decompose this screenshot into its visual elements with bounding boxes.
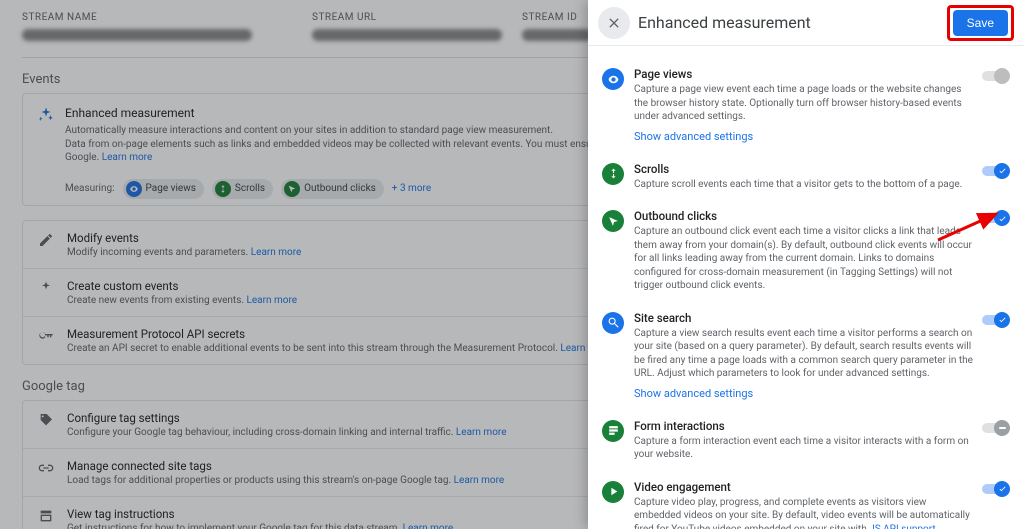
search-icon <box>602 312 624 334</box>
setting-desc: Capture a view search results event each… <box>634 327 974 381</box>
toggle-page-views <box>980 68 1010 84</box>
setting-video-engagement: Video engagement Capture video play, pro… <box>602 471 1010 529</box>
setting-scrolls: Scrolls Capture scroll events each time … <box>602 153 1010 201</box>
toggle-form-interactions[interactable] <box>980 420 1010 436</box>
save-highlight-box: Save <box>947 5 1014 41</box>
setting-desc: Capture scroll events each time that a v… <box>634 178 974 192</box>
scroll-icon <box>602 163 624 185</box>
show-advanced-link[interactable]: Show advanced settings <box>634 130 753 143</box>
setting-desc: Capture an outbound click event each tim… <box>634 225 974 293</box>
form-icon <box>602 420 624 442</box>
setting-desc: Capture a page view event each time a pa… <box>634 83 974 124</box>
toggle-video-engagement[interactable] <box>980 481 1010 497</box>
panel-title: Enhanced measurement <box>638 13 947 32</box>
setting-title: Outbound clicks <box>634 209 974 223</box>
setting-title: Page views <box>634 67 974 81</box>
play-icon <box>602 481 624 503</box>
setting-desc: Capture video play, progress, and comple… <box>634 496 974 529</box>
setting-form-interactions: Form interactions Capture a form interac… <box>602 410 1010 471</box>
toggle-site-search[interactable] <box>980 312 1010 328</box>
save-button[interactable]: Save <box>953 10 1008 36</box>
setting-site-search: Site search Capture a view search result… <box>602 302 1010 410</box>
eye-icon <box>602 68 624 90</box>
show-advanced-link[interactable]: Show advanced settings <box>634 387 753 400</box>
close-icon <box>606 15 622 31</box>
setting-title: Scrolls <box>634 162 974 176</box>
cursor-icon <box>602 210 624 232</box>
setting-outbound-clicks: Outbound clicks Capture an outbound clic… <box>602 200 1010 302</box>
toggle-scrolls[interactable] <box>980 163 1010 179</box>
js-api-support-link[interactable]: JS API support <box>869 524 935 529</box>
setting-desc: Capture a form interaction event each ti… <box>634 435 974 462</box>
setting-title: Form interactions <box>634 419 974 433</box>
setting-title: Site search <box>634 311 974 325</box>
enhanced-measurement-panel: Enhanced measurement Save Page views Cap… <box>588 0 1024 529</box>
close-button[interactable] <box>598 7 630 39</box>
toggle-outbound-clicks[interactable] <box>980 210 1010 226</box>
setting-page-views: Page views Capture a page view event eac… <box>602 58 1010 153</box>
setting-title: Video engagement <box>634 480 974 494</box>
